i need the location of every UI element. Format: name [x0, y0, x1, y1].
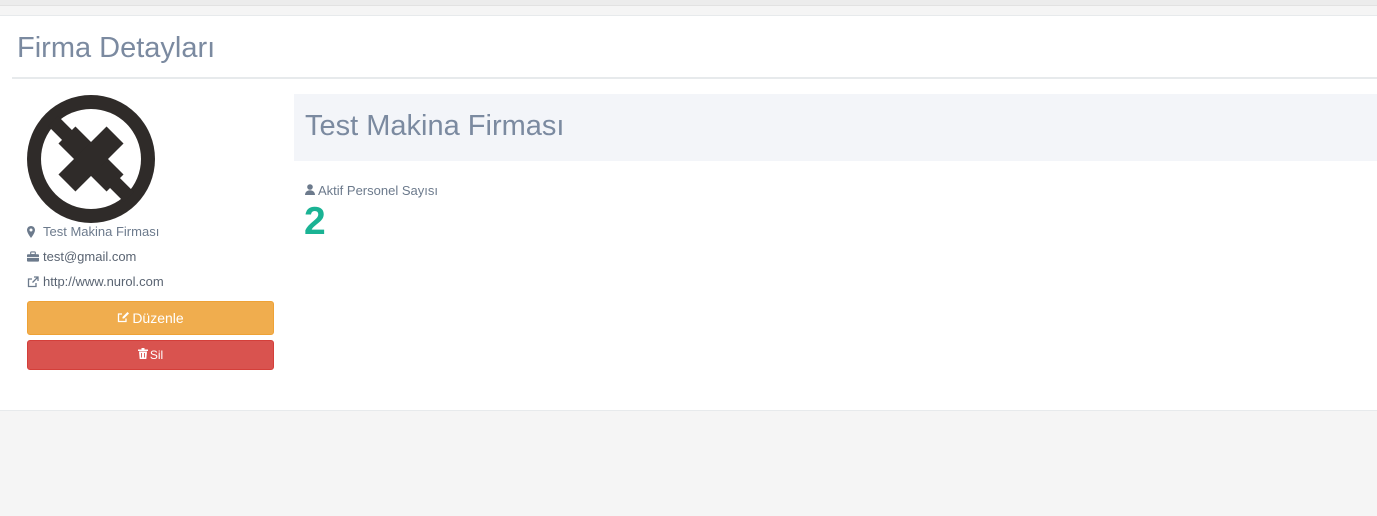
company-header-box: Test Makina Firması [294, 94, 1377, 161]
user-icon [305, 183, 315, 198]
company-name: Test Makina Firması [305, 110, 565, 142]
company-website[interactable]: http://www.nurol.com [27, 274, 164, 289]
company-location: Test Makina Firması [27, 224, 159, 239]
company-website-link[interactable]: http://www.nurol.com [43, 274, 164, 289]
company-email-text: test@gmail.com [43, 249, 137, 264]
active-staff-label-text: Aktif Personel Sayısı [318, 183, 438, 198]
active-staff-count: 2 [304, 200, 326, 243]
briefcase-icon [27, 250, 39, 263]
company-details-panel: Firma Detayları Test Makina Firması test… [0, 15, 1377, 411]
map-marker-icon [27, 225, 39, 238]
delete-button-label: Sil [149, 348, 164, 362]
edit-icon [117, 310, 130, 326]
company-email: test@gmail.com [27, 249, 136, 264]
edit-button[interactable]: Düzenle [27, 301, 274, 335]
active-staff-label: Aktif Personel Sayısı [305, 183, 438, 198]
delete-button[interactable]: Sil [27, 340, 274, 370]
trash-icon [137, 348, 148, 362]
top-strip [0, 0, 1377, 6]
company-location-text: Test Makina Firması [43, 224, 160, 239]
external-link-icon [27, 275, 39, 288]
edit-button-label: Düzenle [132, 310, 184, 326]
company-logo [27, 95, 155, 223]
page-title: Firma Detayları [17, 32, 216, 64]
title-divider [12, 77, 1377, 79]
